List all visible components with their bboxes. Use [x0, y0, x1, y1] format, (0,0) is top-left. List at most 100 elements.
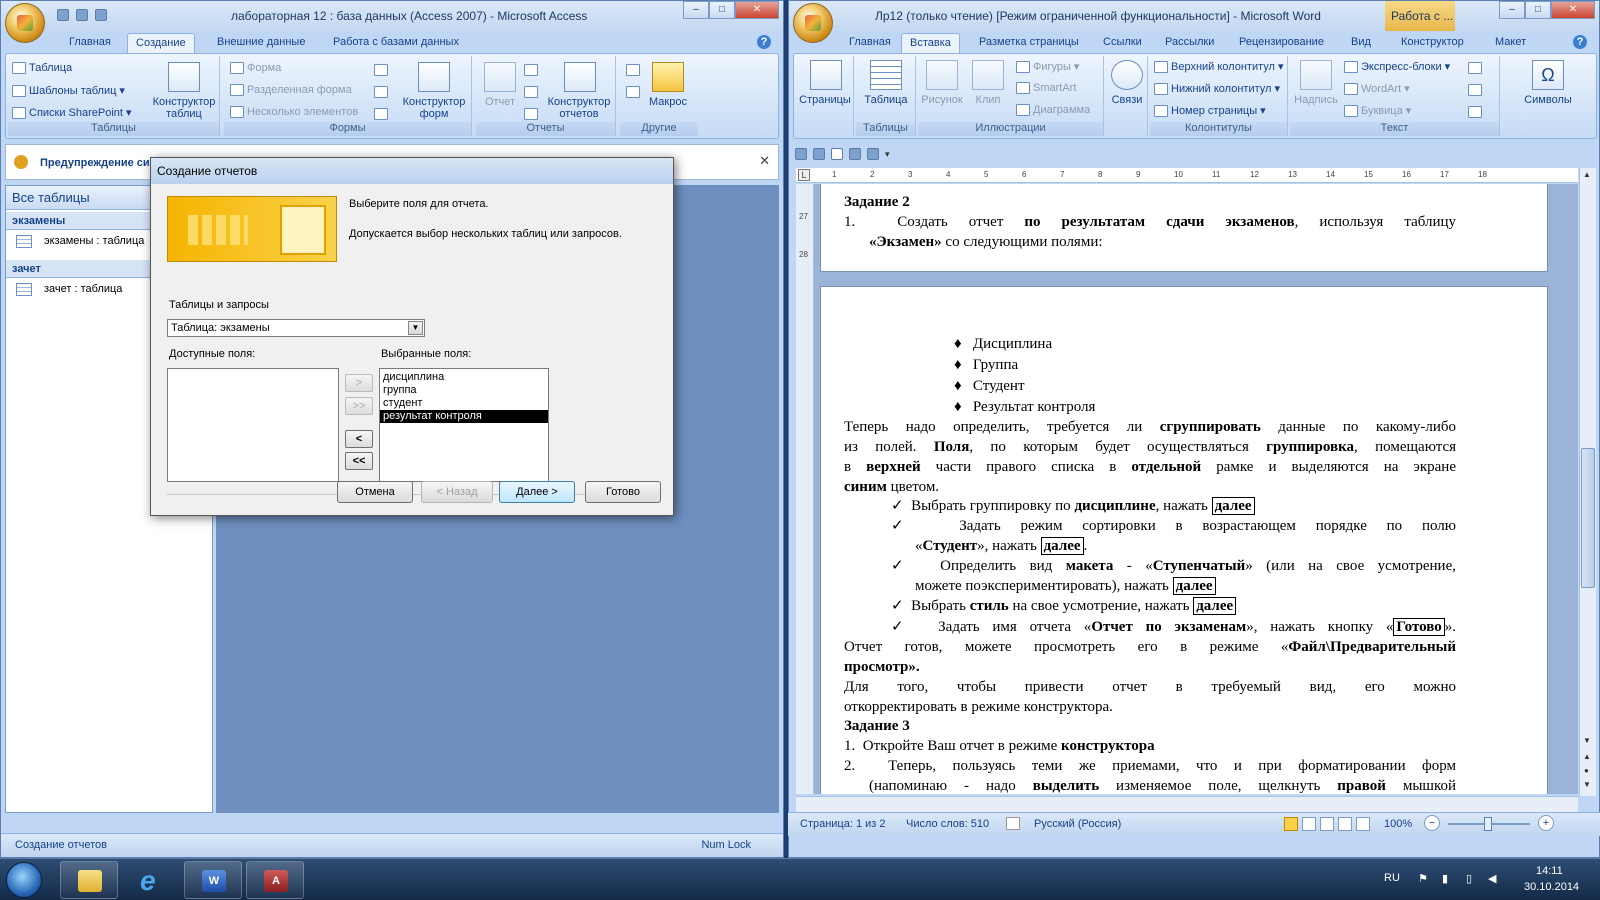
picture-icon[interactable]	[926, 60, 958, 90]
zoom-in-icon[interactable]: +	[1538, 815, 1554, 831]
undo-icon[interactable]	[76, 9, 88, 21]
form-designer-button[interactable]: Конструктор форм	[396, 96, 472, 120]
list-item[interactable]: студент	[380, 397, 548, 410]
finish-button[interactable]: Готово	[585, 481, 661, 503]
links-icon[interactable]	[1111, 60, 1143, 90]
table-templates-button[interactable]: Шаблоны таблиц ▾	[12, 84, 125, 97]
browse-object-icon[interactable]: ●	[1584, 766, 1589, 775]
taskbar-ie[interactable]: e	[122, 861, 180, 899]
table-icon[interactable]	[870, 60, 902, 90]
word-office-button[interactable]	[793, 3, 833, 43]
format-icon[interactable]	[849, 148, 861, 160]
clip-icon[interactable]	[972, 60, 1004, 90]
shapes-button[interactable]: Фигуры ▾	[1016, 60, 1079, 73]
full-screen-icon[interactable]	[1302, 817, 1316, 831]
table-button[interactable]: Таблица	[856, 94, 916, 106]
tab-selector-icon[interactable]: L	[798, 169, 810, 181]
list-item[interactable]: группа	[380, 384, 548, 397]
word-count[interactable]: Число слов: 510	[906, 818, 989, 830]
chart-button[interactable]: Диаграмма	[1016, 104, 1090, 116]
taskbar-word[interactable]: W	[184, 861, 242, 899]
blank-report-icon[interactable]	[524, 86, 538, 98]
sharepoint-lists-button[interactable]: Списки SharePoint ▾	[12, 106, 132, 119]
list-item-selected[interactable]: результат контроля	[380, 410, 548, 423]
smartart-button[interactable]: SmartArt	[1016, 82, 1076, 94]
page-count[interactable]: Страница: 1 из 2	[800, 818, 886, 830]
cancel-button[interactable]: Отмена	[337, 481, 413, 503]
zoom-level[interactable]: 100%	[1384, 818, 1412, 830]
table-designer-icon[interactable]	[168, 62, 200, 92]
symbols-button[interactable]: Символы	[1502, 94, 1594, 106]
scrollbar-thumb[interactable]	[1581, 448, 1595, 588]
tab-create[interactable]: Создание	[127, 33, 195, 53]
document-page-1[interactable]: Задание 2 1. Создать отчет по результата…	[820, 184, 1548, 272]
tab-home[interactable]: Главная	[61, 33, 119, 53]
flag-icon[interactable]: ⚑	[1418, 872, 1428, 885]
tab-database-tools[interactable]: Работа с базами данных	[325, 33, 467, 53]
minimize-button[interactable]: –	[683, 1, 709, 19]
date-time-icon[interactable]	[1468, 84, 1482, 96]
report-icon[interactable]	[484, 62, 516, 92]
split-form-button[interactable]: Разделенная форма	[230, 84, 352, 96]
form-button[interactable]: Форма	[230, 62, 281, 74]
macro-button[interactable]: Макрос	[642, 96, 694, 108]
pivot-chart-icon[interactable]	[374, 64, 388, 76]
picture-button[interactable]: Рисунок	[918, 94, 966, 106]
table-designer-button[interactable]: Конструктор таблиц	[148, 96, 220, 120]
signature-icon[interactable]	[1468, 62, 1482, 74]
tab-references[interactable]: Ссылки	[1095, 33, 1150, 53]
links-button[interactable]: Связи	[1106, 94, 1148, 106]
tab-page-layout[interactable]: Разметка страницы	[971, 33, 1087, 53]
textbox-icon[interactable]	[1300, 60, 1332, 90]
remove-field-button[interactable]: <	[345, 430, 373, 448]
macro-icon[interactable]	[652, 62, 684, 92]
form-designer-icon[interactable]	[418, 62, 450, 92]
tab-layout[interactable]: Макет	[1487, 33, 1534, 53]
print-icon[interactable]	[867, 148, 879, 160]
save-icon[interactable]	[795, 148, 807, 160]
tables-queries-combo[interactable]: Таблица: экзамены ▼	[167, 319, 425, 337]
back-button[interactable]: < Назад	[421, 481, 493, 503]
query-designer-icon[interactable]	[626, 86, 640, 98]
scroll-down-icon[interactable]: ▼	[1583, 736, 1591, 745]
blank-form-icon[interactable]	[374, 86, 388, 98]
taskbar-explorer[interactable]	[60, 861, 118, 899]
header-button[interactable]: Верхний колонтитул ▾	[1154, 60, 1283, 73]
close-button[interactable]: ✕	[735, 1, 779, 19]
report-wizard-icon[interactable]	[524, 108, 538, 120]
minimize-button[interactable]: –	[1499, 1, 1525, 19]
textbox-button[interactable]: Надпись	[1290, 94, 1342, 106]
vertical-scrollbar[interactable]: ▲ ▼ ▲ ● ▼	[1579, 168, 1596, 796]
dropcap-button[interactable]: Буквица ▾	[1344, 104, 1411, 117]
maximize-button[interactable]: □	[1525, 1, 1551, 19]
outline-icon[interactable]	[1338, 817, 1352, 831]
zoom-slider-thumb[interactable]	[1484, 817, 1492, 831]
pages-button[interactable]: Страницы	[796, 94, 854, 106]
multiple-items-button[interactable]: Несколько элементов	[230, 106, 358, 118]
wordart-button[interactable]: WordArt ▾	[1344, 82, 1410, 95]
network-icon[interactable]: ▮	[1442, 872, 1448, 885]
volume-icon[interactable]: ◀	[1488, 872, 1496, 885]
tab-view[interactable]: Вид	[1343, 33, 1379, 53]
clock-time[interactable]: 14:11	[1536, 865, 1563, 877]
next-button[interactable]: Далее >	[499, 481, 575, 503]
available-fields-list[interactable]	[167, 368, 339, 482]
remove-all-fields-button[interactable]: <<	[345, 452, 373, 470]
pages-icon[interactable]	[810, 60, 842, 90]
clock-date[interactable]: 30.10.2014	[1524, 881, 1579, 893]
quickparts-button[interactable]: Экспресс-блоки ▾	[1344, 60, 1450, 73]
omega-icon[interactable]: Ω	[1532, 60, 1564, 90]
input-language[interactable]: RU	[1384, 872, 1400, 884]
save-icon[interactable]	[57, 9, 69, 21]
chevron-down-icon[interactable]: ▼	[408, 321, 423, 335]
tab-mailings[interactable]: Рассылки	[1157, 33, 1222, 53]
web-layout-icon[interactable]	[1320, 817, 1334, 831]
draft-icon[interactable]	[1356, 817, 1370, 831]
more-forms-icon[interactable]	[374, 108, 388, 120]
table-button[interactable]: Таблица	[12, 62, 72, 74]
language-indicator[interactable]: Русский (Россия)	[1034, 818, 1121, 830]
redo-icon[interactable]	[95, 9, 107, 21]
report-designer-button[interactable]: Конструктор отчетов	[542, 96, 616, 120]
object-icon[interactable]	[1468, 106, 1482, 118]
text-style-icon[interactable]	[831, 148, 843, 160]
